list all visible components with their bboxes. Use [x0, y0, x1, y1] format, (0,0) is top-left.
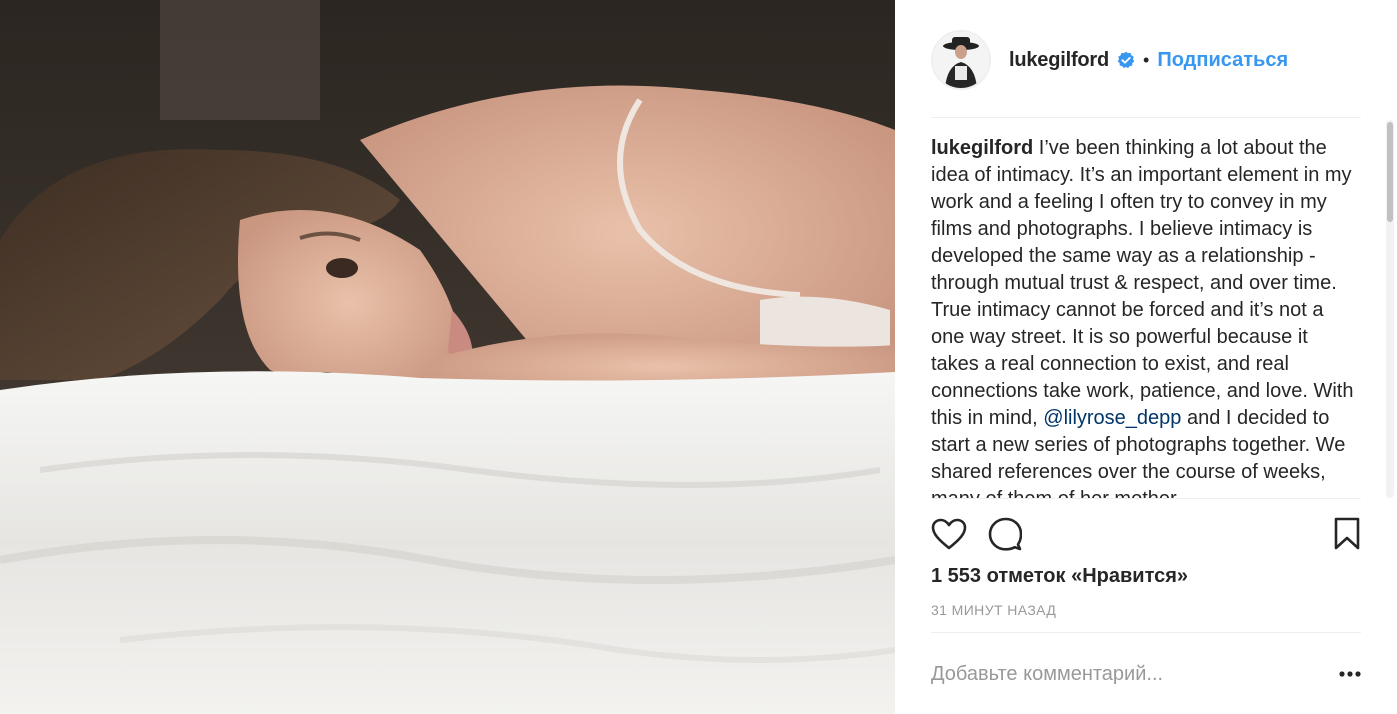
- heart-icon: [931, 518, 967, 550]
- caption-body-1: I’ve been thinking a lot about the idea …: [931, 137, 1354, 429]
- avatar-image: [933, 32, 989, 88]
- post-side-panel: lukegilford • Подписаться lukegilford I’…: [895, 0, 1397, 714]
- comment-divider: [931, 632, 1361, 633]
- comment-bubble-icon: [988, 517, 1022, 551]
- caption-container[interactable]: lukegilford I’ve been thinking a lot abo…: [931, 135, 1361, 498]
- post-photo-image: [0, 0, 895, 714]
- mention-link[interactable]: @lilyrose_depp: [1043, 407, 1181, 429]
- caption-username[interactable]: lukegilford: [931, 137, 1033, 159]
- comment-button[interactable]: [985, 512, 1025, 556]
- post-photo[interactable]: [0, 0, 895, 714]
- caption-divider: [931, 498, 1361, 499]
- more-options-icon: [1339, 671, 1361, 677]
- post-timestamp[interactable]: 31 МИНУТ НАЗАД: [931, 602, 1056, 618]
- comment-input[interactable]: [931, 662, 1331, 686]
- comment-form: [931, 652, 1361, 696]
- action-bar: [931, 512, 1361, 556]
- save-button[interactable]: [1327, 512, 1367, 556]
- more-options-button[interactable]: [1331, 659, 1361, 689]
- caption-text: lukegilford I’ve been thinking a lot abo…: [931, 135, 1361, 498]
- scrollbar-thumb[interactable]: [1387, 122, 1393, 222]
- caption-scrollbar[interactable]: [1386, 120, 1394, 498]
- bookmark-icon: [1334, 517, 1360, 550]
- like-button[interactable]: [929, 512, 969, 556]
- post-header: lukegilford • Подписаться: [931, 28, 1361, 92]
- separator-dot: •: [1143, 49, 1150, 70]
- header-divider: [931, 117, 1361, 118]
- likes-count[interactable]: 1 553 отметок «Нравится»: [931, 565, 1188, 588]
- avatar[interactable]: [931, 30, 991, 90]
- follow-button[interactable]: Подписаться: [1157, 49, 1288, 72]
- verified-badge-icon: [1117, 51, 1135, 69]
- username[interactable]: lukegilford: [1009, 49, 1109, 72]
